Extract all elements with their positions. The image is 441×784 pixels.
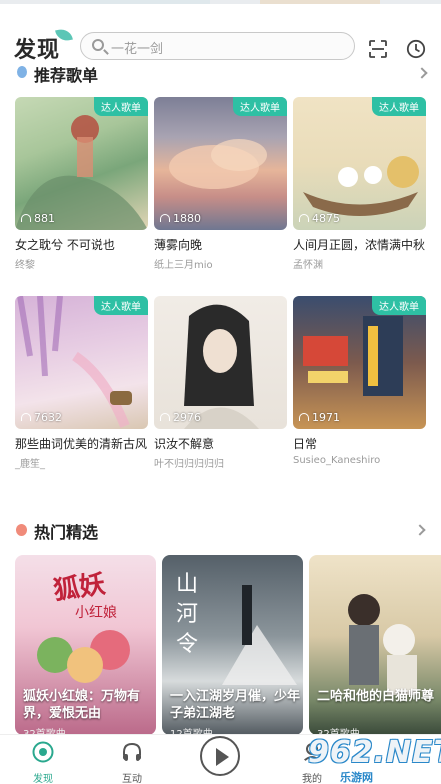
playlist-author: 终黎 bbox=[15, 260, 35, 271]
search-icon bbox=[92, 39, 104, 51]
scan-icon[interactable] bbox=[369, 40, 387, 58]
drop-icon bbox=[17, 66, 27, 78]
hot-section-header: 热门精选 bbox=[0, 517, 441, 543]
watermark-text: 962.NET bbox=[308, 735, 441, 770]
headphone-icon bbox=[299, 413, 309, 421]
svg-text:令: 令 bbox=[176, 632, 198, 657]
play-count: 2976 bbox=[160, 411, 201, 424]
playlist-cover: 达人歌单 881 bbox=[15, 97, 148, 230]
expert-badge: 达人歌单 bbox=[233, 97, 287, 116]
hot-card-title: 二哈和他的白猫师尊 bbox=[317, 689, 435, 704]
play-count: 881 bbox=[21, 212, 55, 225]
recommended-title: 推荐歌单 bbox=[34, 66, 99, 84]
hot-card[interactable]: 山 河 令 一入江湖岁月催，少年子弟江湖老 12首歌曲 bbox=[162, 555, 303, 735]
hot-card-title: 狐妖小红娘：万物有界，爱恨无由 bbox=[23, 689, 141, 721]
chevron-right-icon[interactable] bbox=[414, 524, 426, 536]
cover-art bbox=[17, 296, 132, 428]
playlist-author: 孟怀渊 bbox=[293, 260, 323, 271]
play-count: 7632 bbox=[21, 411, 62, 424]
headphone-icon bbox=[21, 214, 31, 222]
svg-text:小红娘: 小红娘 bbox=[75, 605, 117, 621]
playlist-cover: 达人歌单 7632 bbox=[15, 296, 148, 429]
cover-art bbox=[303, 156, 419, 216]
playlist-cover: 达人歌单 4875 bbox=[293, 97, 426, 230]
headphone-icon bbox=[160, 214, 170, 222]
svg-text:山: 山 bbox=[176, 572, 198, 597]
playlist-author: 纸上三月mio bbox=[154, 260, 213, 271]
page-logo: 发现 bbox=[14, 38, 61, 63]
recommended-section-header: 推荐歌单 bbox=[0, 62, 441, 84]
playlist-title: 识汝不解意 bbox=[154, 437, 215, 451]
playlist-title: 日常 bbox=[293, 437, 318, 451]
history-clock-icon[interactable] bbox=[406, 39, 426, 59]
playlist-card[interactable]: 达人歌单 1880 薄雾向晚 纸上三月mio bbox=[154, 97, 287, 271]
playlist-title: 人间月正圆，浓情满中秋 bbox=[293, 238, 426, 252]
playlist-cover: 达人歌单 1880 bbox=[154, 97, 287, 230]
watermark: 962.NET 乐游网 bbox=[300, 735, 441, 784]
tab-discover[interactable]: 发现 bbox=[13, 735, 73, 784]
playlist-title: 薄雾向晚 bbox=[154, 238, 203, 252]
cover-art bbox=[348, 594, 417, 695]
player-play-button[interactable] bbox=[200, 736, 240, 776]
playlist-title: 女之耽兮 不可说也 bbox=[15, 238, 115, 252]
fire-icon bbox=[16, 524, 27, 536]
play-icon bbox=[216, 748, 229, 766]
playlist-title: 那些曲词优美的清新古风 bbox=[15, 437, 148, 451]
chevron-right-icon[interactable] bbox=[416, 67, 428, 79]
expert-badge: 达人歌单 bbox=[94, 296, 148, 315]
top-status-strip bbox=[0, 0, 441, 4]
playlist-cover: 2976 bbox=[154, 296, 287, 429]
playlist-author: 叶不归归归归归 bbox=[154, 459, 224, 470]
search-placeholder: 一花一剑 bbox=[111, 42, 164, 57]
cover-art bbox=[184, 304, 259, 429]
tab-label: 发现 bbox=[33, 774, 53, 784]
cover-art bbox=[15, 115, 148, 230]
play-count: 1880 bbox=[160, 212, 201, 225]
playlist-card[interactable]: 达人歌单 4875 人间月正圆，浓情满中秋 孟怀渊 bbox=[293, 97, 426, 271]
hot-card-title: 一入江湖岁月催，少年子弟江湖老 bbox=[170, 689, 301, 721]
play-count: 1971 bbox=[299, 411, 340, 424]
playlist-author: Susieo_Kaneshiro bbox=[293, 455, 381, 466]
playlist-card[interactable]: 达人歌单 881 女之耽兮 不可说也 终黎 bbox=[15, 97, 148, 271]
expert-badge: 达人歌单 bbox=[372, 296, 426, 315]
headphone-icon bbox=[299, 214, 309, 222]
play-count: 4875 bbox=[299, 212, 340, 225]
discover-icon bbox=[32, 741, 54, 763]
tab-label: 互动 bbox=[122, 774, 142, 784]
playlist-card[interactable]: 达人歌单 7632 那些曲词优美的清新古风 _鹿笙_ bbox=[15, 296, 148, 470]
playlist-author: _鹿笙_ bbox=[15, 459, 45, 470]
tab-interact[interactable]: 互动 bbox=[102, 735, 162, 784]
cover-art bbox=[169, 139, 267, 189]
playlist-cover: 达人歌单 1971 bbox=[293, 296, 426, 429]
playlist-card[interactable]: 达人歌单 1971 日常 Susieo_Kaneshiro bbox=[293, 296, 426, 466]
expert-badge: 达人歌单 bbox=[94, 97, 148, 116]
watermark-subtext: 乐游网 bbox=[340, 771, 373, 784]
headphone-icon bbox=[160, 413, 170, 421]
hot-title: 热门精选 bbox=[34, 523, 99, 542]
svg-text:河: 河 bbox=[176, 602, 198, 627]
hot-card[interactable]: 狐妖 小红娘 狐妖小红娘：万物有界，爱恨无由 32首歌曲 bbox=[15, 555, 156, 735]
headphone-icon bbox=[123, 742, 141, 761]
headphone-icon bbox=[21, 413, 31, 421]
hot-card[interactable]: 二哈和他的白猫师尊 32首歌曲 bbox=[309, 555, 441, 735]
cover-art bbox=[303, 316, 403, 396]
playlist-card[interactable]: 2976 识汝不解意 叶不归归归归归 bbox=[154, 296, 287, 470]
svg-text:狐妖: 狐妖 bbox=[52, 569, 108, 606]
expert-badge: 达人歌单 bbox=[372, 97, 426, 116]
search-input[interactable]: 一花一剑 bbox=[80, 32, 355, 60]
